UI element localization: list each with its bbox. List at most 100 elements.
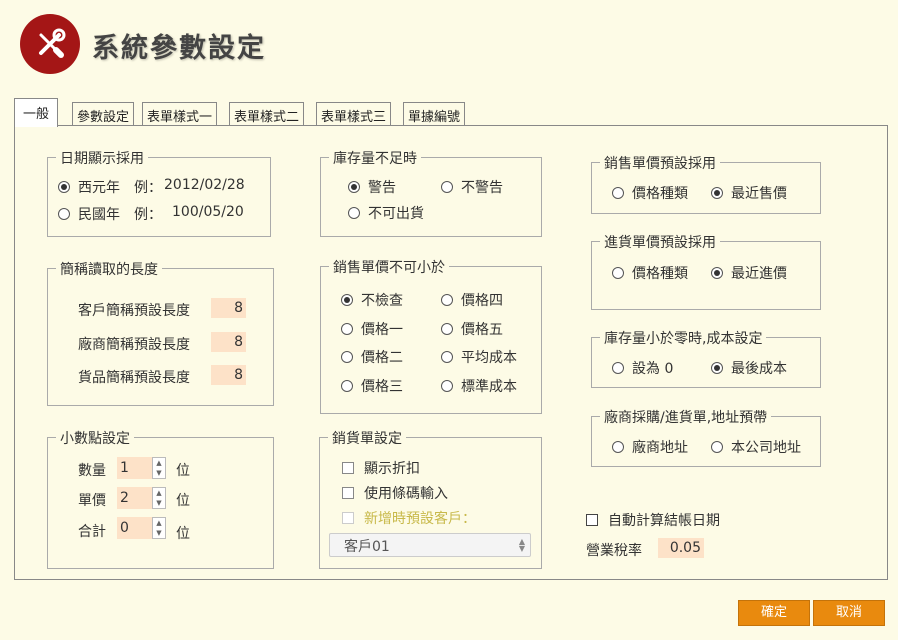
- checkbox-icon: [342, 512, 354, 524]
- option-label: 不可出貨: [368, 206, 424, 222]
- quantity-decimal-input[interactable]: 1: [117, 457, 153, 479]
- radio-icon: [711, 267, 723, 279]
- total-stepper[interactable]: ▲ ▼: [152, 517, 166, 539]
- option-label: 廠商地址: [632, 440, 688, 456]
- vendor-short-label: 廠商簡稱預設長度: [78, 337, 190, 353]
- min-price-price1-option[interactable]: 價格一: [341, 319, 403, 339]
- radio-icon: [58, 181, 70, 193]
- radio-icon: [441, 380, 453, 392]
- radio-icon: [612, 187, 624, 199]
- stock-warn-option[interactable]: 警告: [348, 177, 396, 197]
- default-customer-select[interactable]: 客戶01 ▲ ▼: [329, 533, 531, 557]
- select-value: 客戶01: [344, 539, 390, 555]
- unit-price-label: 單價: [78, 493, 106, 509]
- option-label: 最後成本: [731, 361, 787, 377]
- tab-form-style-1[interactable]: 表單樣式一: [142, 102, 218, 126]
- tab-form-style-2[interactable]: 表單樣式二: [229, 102, 305, 126]
- total-decimal-input[interactable]: 0: [117, 517, 153, 539]
- spin-down-icon[interactable]: ▼: [153, 498, 165, 508]
- quantity-stepper[interactable]: ▲ ▼: [152, 457, 166, 479]
- option-label: 不警告: [461, 180, 503, 196]
- radio-icon: [441, 323, 453, 335]
- checkbox-icon: [342, 462, 354, 474]
- tab-form-style-3[interactable]: 表單樣式三: [316, 102, 392, 126]
- sale-price-type-option[interactable]: 價格種類: [612, 183, 688, 203]
- spin-up-icon[interactable]: ▲: [153, 458, 165, 468]
- radio-icon: [441, 181, 453, 193]
- purchase-price-type-option[interactable]: 價格種類: [612, 263, 688, 283]
- spin-down-icon[interactable]: ▼: [153, 528, 165, 538]
- auto-close-date-checkbox[interactable]: 自動計算結帳日期: [586, 510, 720, 530]
- show-discount-checkbox[interactable]: 顯示折扣: [342, 458, 420, 478]
- option-label: 標準成本: [461, 379, 517, 395]
- stock-block-option[interactable]: 不可出貨: [348, 203, 424, 223]
- option-label: 警告: [368, 180, 396, 196]
- option-label: 本公司地址: [731, 440, 801, 456]
- radio-icon: [612, 267, 624, 279]
- option-label: 價格五: [461, 322, 503, 338]
- sale-price-recent-option[interactable]: 最近售價: [711, 183, 787, 203]
- stock-shortage-group: 庫存量不足時: [320, 148, 542, 237]
- radio-icon: [612, 362, 624, 374]
- min-price-avg-cost-option[interactable]: 平均成本: [441, 347, 517, 367]
- stock-no-warn-option[interactable]: 不警告: [441, 177, 503, 197]
- tab-general[interactable]: 一般: [14, 98, 59, 127]
- tax-rate-input[interactable]: 0.05: [658, 538, 704, 558]
- default-customer-checkbox[interactable]: 新增時預設客戶：: [342, 508, 476, 528]
- group-legend: 銷售單價預設採用: [600, 153, 720, 173]
- radio-icon: [348, 181, 360, 193]
- cost-last-option[interactable]: 最後成本: [711, 358, 787, 378]
- radio-icon: [348, 207, 360, 219]
- min-price-price3-option[interactable]: 價格三: [341, 376, 403, 396]
- min-price-price2-option[interactable]: 價格二: [341, 347, 403, 367]
- checkbox-label: 顯示折扣: [364, 461, 420, 477]
- min-price-no-check-option[interactable]: 不檢查: [341, 290, 403, 310]
- unit-label: 位: [176, 463, 190, 479]
- min-price-price5-option[interactable]: 價格五: [441, 319, 503, 339]
- customer-short-input[interactable]: 8: [211, 298, 246, 318]
- spin-up-icon[interactable]: ▲: [153, 488, 165, 498]
- unit-label: 位: [176, 526, 190, 542]
- unit-price-stepper[interactable]: ▲ ▼: [152, 487, 166, 509]
- option-label: 不檢查: [361, 293, 403, 309]
- ok-button[interactable]: 確定: [738, 600, 810, 626]
- group-legend: 廠商採購/進貨單,地址預帶: [600, 407, 772, 427]
- purchase-price-recent-option[interactable]: 最近進價: [711, 263, 787, 283]
- group-legend: 庫存量不足時: [329, 148, 421, 168]
- company-address-option[interactable]: 本公司地址: [711, 437, 801, 457]
- tab-parameters[interactable]: 參數設定: [72, 102, 135, 126]
- vendor-address-option[interactable]: 廠商地址: [612, 437, 688, 457]
- date-ad-option[interactable]: 西元年: [58, 177, 120, 197]
- radio-icon: [341, 323, 353, 335]
- spin-down-icon[interactable]: ▼: [153, 468, 165, 478]
- cost-zero-option[interactable]: 設為 0: [612, 358, 673, 378]
- min-price-std-cost-option[interactable]: 標準成本: [441, 376, 517, 396]
- group-legend: 銷貨單設定: [328, 428, 406, 448]
- spin-up-icon[interactable]: ▲: [153, 518, 165, 528]
- tab-document-numbering[interactable]: 單據編號: [403, 102, 466, 126]
- option-label: 價格三: [361, 379, 403, 395]
- unit-label: 位: [176, 493, 190, 509]
- product-short-input[interactable]: 8: [211, 365, 246, 385]
- barcode-input-checkbox[interactable]: 使用條碼輸入: [342, 483, 448, 503]
- option-label: 價格四: [461, 293, 503, 309]
- unit-price-decimal-input[interactable]: 2: [117, 487, 153, 509]
- cancel-button[interactable]: 取消: [813, 600, 885, 626]
- option-label: 西元年: [78, 180, 120, 196]
- vendor-short-input[interactable]: 8: [211, 332, 246, 352]
- option-label: 民國年: [78, 207, 120, 223]
- option-label: 價格一: [361, 322, 403, 338]
- radio-icon: [441, 351, 453, 363]
- radio-icon: [341, 380, 353, 392]
- checkbox-label: 新增時預設客戶：: [364, 511, 476, 527]
- quantity-label: 數量: [78, 463, 106, 479]
- checkbox-icon: [586, 514, 598, 526]
- group-legend: 進貨單價預設採用: [600, 232, 720, 252]
- app-logo: [20, 14, 80, 74]
- option-label: 平均成本: [461, 350, 517, 366]
- example-label: 例：: [134, 180, 162, 196]
- min-price-price4-option[interactable]: 價格四: [441, 290, 503, 310]
- example-label: 例：: [134, 207, 162, 223]
- date-roc-option[interactable]: 民國年: [58, 204, 120, 224]
- option-label: 價格種類: [632, 266, 688, 282]
